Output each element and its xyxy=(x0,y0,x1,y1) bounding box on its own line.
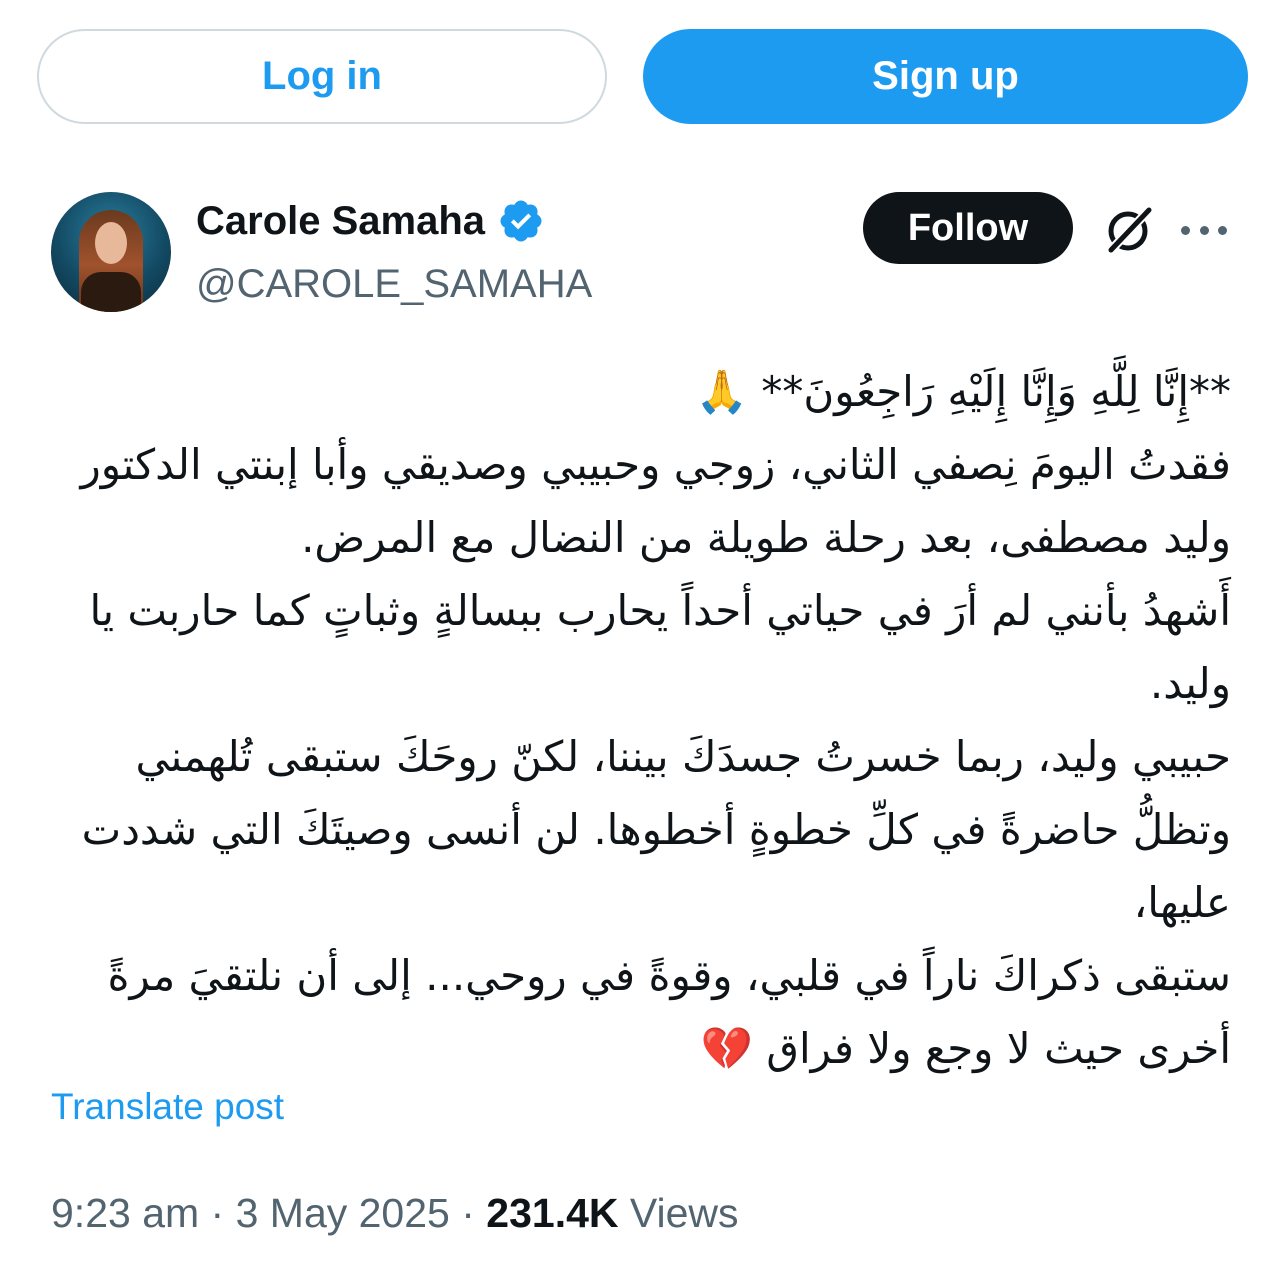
avatar[interactable] xyxy=(51,192,171,312)
avatar-face xyxy=(95,222,127,264)
more-dot xyxy=(1218,225,1227,235)
views-label: Views xyxy=(629,1190,739,1236)
tweet-line: أَشهدُ بأنني لم أرَ في حياتي أحداً يحارب… xyxy=(89,586,1231,708)
author-name[interactable]: Carole Samaha xyxy=(196,196,485,246)
post-meta: 9:23 am · 3 May 2025 · 231.4K Views xyxy=(51,1190,739,1237)
translate-post-link[interactable]: Translate post xyxy=(51,1086,284,1128)
tweet-line: فقدتُ اليومَ نِصفي الثاني، زوجي وحبيبي و… xyxy=(80,440,1231,562)
follow-button[interactable]: Follow xyxy=(863,192,1073,264)
views-count[interactable]: 231.4K xyxy=(486,1190,618,1236)
meta-separator: · xyxy=(199,1190,236,1236)
auth-bar: Log in Sign up xyxy=(37,29,1248,124)
verified-badge-icon[interactable] xyxy=(497,197,545,245)
tweet-line: ستبقى ذكراكَ ناراً في قلبي، وقوةً في روح… xyxy=(107,951,1231,1073)
meta-separator: · xyxy=(449,1190,487,1236)
more-icon[interactable] xyxy=(1181,212,1227,248)
post-time[interactable]: 9:23 am xyxy=(51,1190,199,1236)
tweet-line: **إِنَّا لِلَّهِ وَإِنَّا إِلَيْهِ رَاجِ… xyxy=(695,367,1231,416)
author-name-row: Carole Samaha xyxy=(196,196,592,246)
author-handle[interactable]: @CAROLE_SAMAHA xyxy=(196,260,592,308)
grok-icon[interactable] xyxy=(1103,204,1155,256)
login-button[interactable]: Log in xyxy=(37,29,607,124)
signup-button[interactable]: Sign up xyxy=(643,29,1248,124)
more-dot xyxy=(1181,225,1190,235)
tweet-text: **إِنَّا لِلَّهِ وَإِنَّا إِلَيْهِ رَاجِ… xyxy=(51,355,1231,1085)
tweet-line: حبيبي وليد، ربما خسرتُ جسدَكَ بيننا، لكن… xyxy=(81,732,1231,927)
more-dot xyxy=(1199,225,1209,235)
post-header: Carole Samaha @CAROLE_SAMAHA Follow xyxy=(51,192,1231,314)
author-block: Carole Samaha @CAROLE_SAMAHA xyxy=(196,196,592,308)
avatar-body xyxy=(81,272,141,312)
post-date[interactable]: 3 May 2025 xyxy=(236,1190,450,1236)
